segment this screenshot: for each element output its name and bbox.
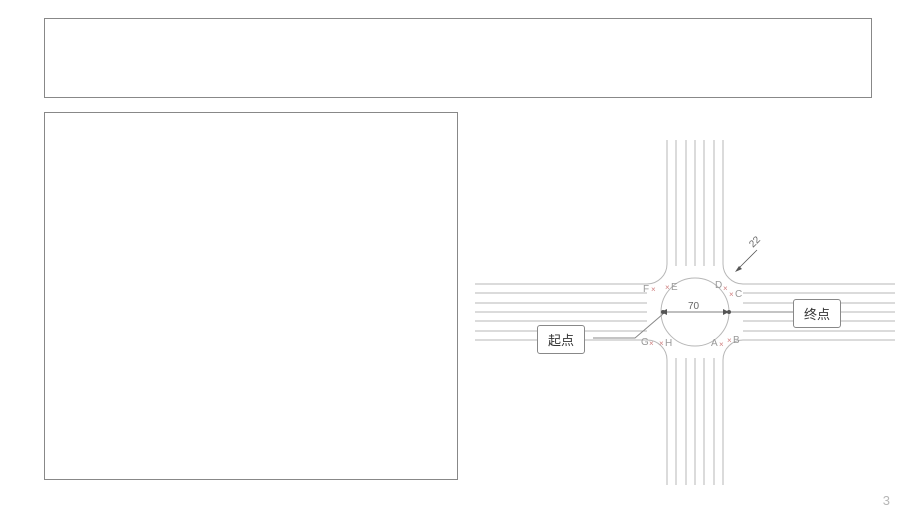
- point-marker-E: ×: [665, 283, 670, 292]
- content-placeholder-frame: [44, 112, 458, 480]
- road-north-left-edge: [475, 140, 667, 284]
- dimension-radius-arrow: [735, 266, 742, 272]
- point-label-D: D: [715, 280, 722, 291]
- road-north-right-edge: [723, 140, 895, 284]
- dimension-diameter-value: 70: [688, 301, 700, 312]
- point-label-E: E: [671, 282, 678, 293]
- point-label-G: G: [641, 337, 649, 348]
- callout-end-dot: [727, 310, 731, 314]
- point-marker-C: ×: [729, 290, 734, 299]
- callout-start-leader: [593, 314, 663, 338]
- page-number: 3: [883, 493, 890, 508]
- point-label-F: F: [643, 284, 649, 295]
- point-marker-D: ×: [723, 284, 728, 293]
- callout-end-label: 终点: [793, 299, 841, 328]
- point-marker-A: ×: [719, 340, 724, 349]
- point-label-H: H: [665, 338, 672, 349]
- point-marker-F: ×: [651, 285, 656, 294]
- title-placeholder-frame: [44, 18, 872, 98]
- road-south-right-edge: [723, 340, 895, 485]
- point-label-A: A: [711, 338, 718, 349]
- point-label-B: B: [733, 335, 740, 346]
- point-marker-H: ×: [659, 339, 664, 348]
- callout-start-dot: [661, 310, 665, 314]
- roundabout-diagram: 70 22 × E F × D × × C A × × B G × × H: [475, 140, 895, 485]
- point-marker-B: ×: [727, 336, 732, 345]
- point-marker-G: ×: [649, 339, 654, 348]
- dimension-radius-value: 22: [747, 234, 763, 250]
- road-south-left-edge: [475, 340, 667, 485]
- callout-start-label: 起点: [537, 325, 585, 354]
- point-label-C: C: [735, 289, 742, 300]
